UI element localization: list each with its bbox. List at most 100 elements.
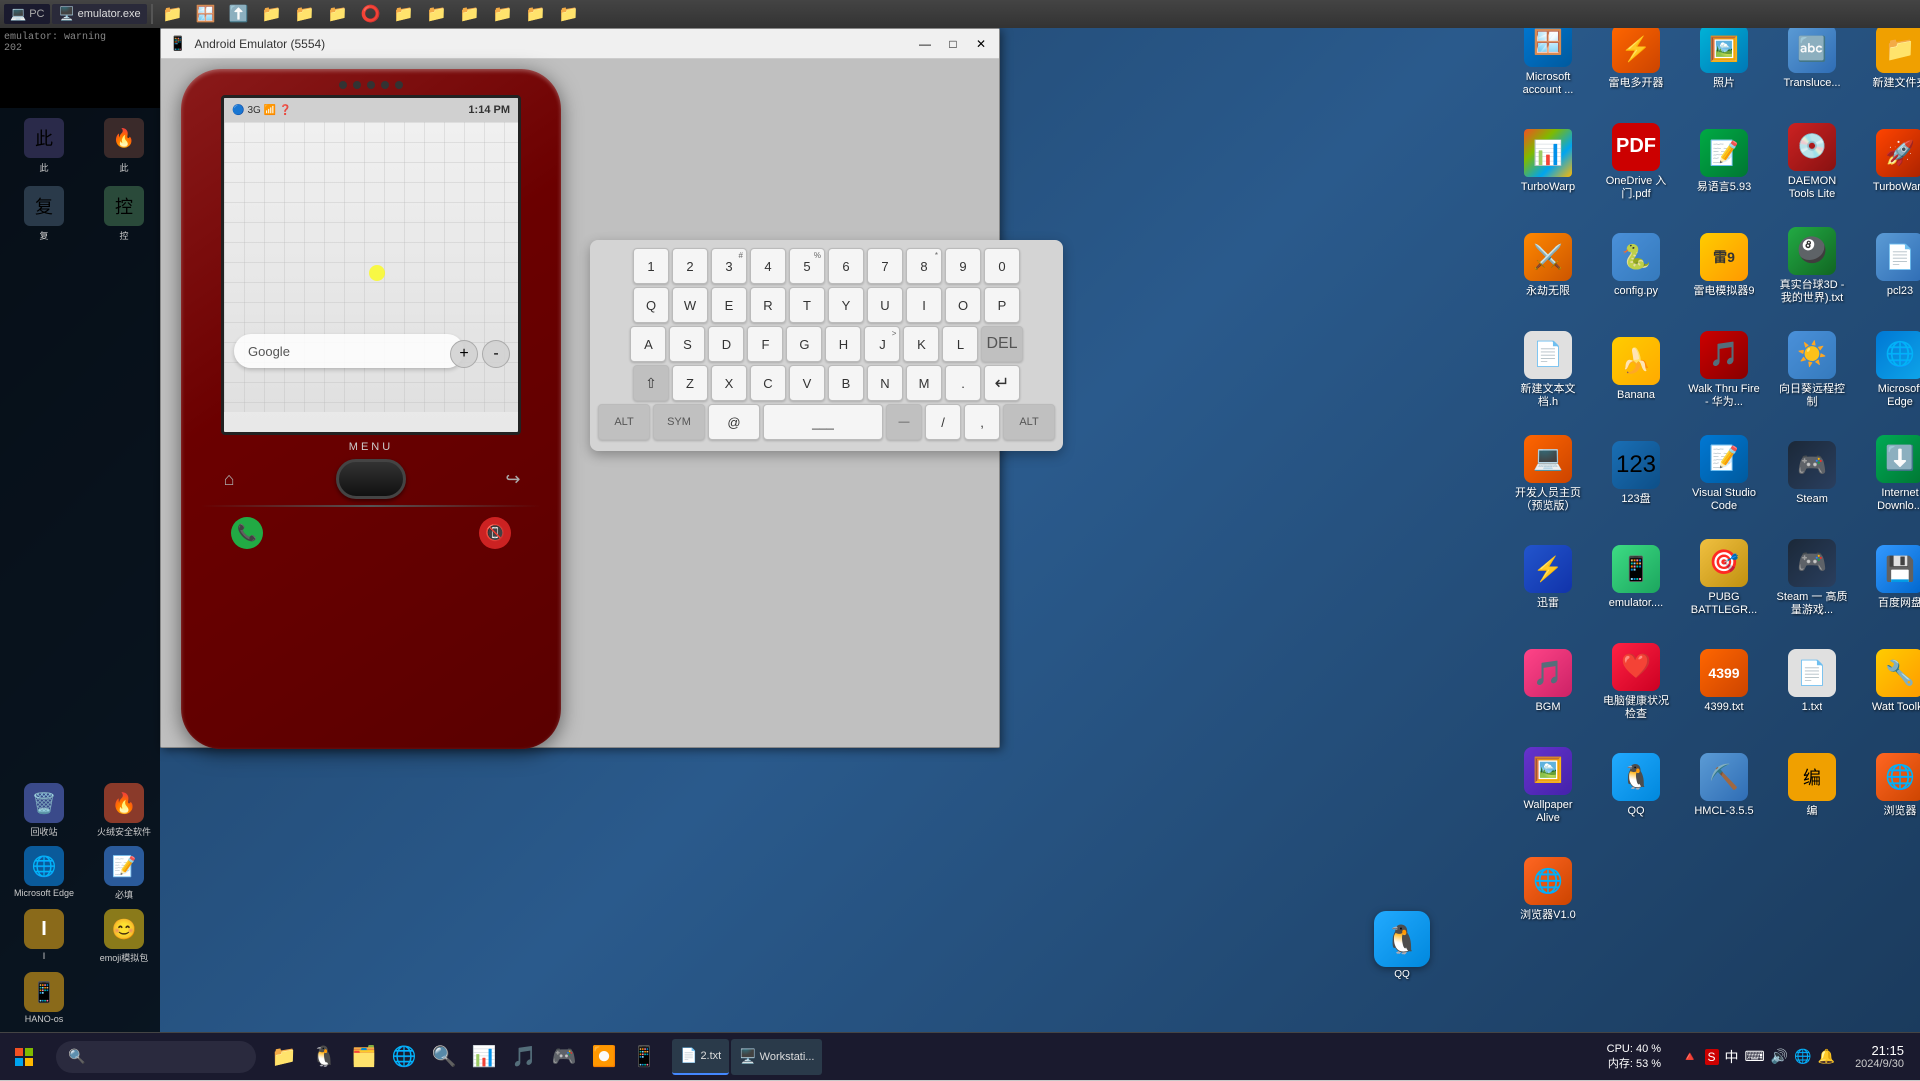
icon-pcl23[interactable]: 📄 pcl23 — [1860, 216, 1920, 316]
key-0[interactable]: 0 — [984, 248, 1020, 284]
home-button[interactable]: ⌂ — [211, 461, 247, 497]
icon-4399[interactable]: 4399 4399.txt — [1684, 632, 1764, 732]
key-a[interactable]: A — [630, 326, 666, 362]
key-z[interactable]: Z — [672, 365, 708, 401]
zoom-out-button[interactable]: - — [482, 340, 510, 368]
key-s[interactable]: S — [669, 326, 705, 362]
key-3[interactable]: #3 — [711, 248, 747, 284]
icon-new-ms[interactable]: 📊 TurboWarp — [1508, 112, 1588, 212]
key-i[interactable]: I — [906, 287, 942, 323]
left-icon-fu[interactable]: 复 复 — [4, 180, 84, 248]
key-v[interactable]: V — [789, 365, 825, 401]
icon-walkthru[interactable]: 🎵 Walk Thru Fire - 华为... — [1684, 320, 1764, 420]
icon-config[interactable]: 🐍 config.py — [1596, 216, 1676, 316]
key-t[interactable]: T — [789, 287, 825, 323]
taskbar-2txt[interactable]: 📄 2.txt — [672, 1039, 729, 1075]
key-l[interactable]: L — [942, 326, 978, 362]
icon-yy[interactable]: 📝 易语言5.93 — [1684, 112, 1764, 212]
icon-qq-tray[interactable]: 🐧 QQ — [1374, 911, 1430, 980]
key-backspace[interactable]: DEL — [981, 326, 1022, 362]
key-n[interactable]: N — [867, 365, 903, 401]
key-sym[interactable]: SYM — [653, 404, 705, 440]
icon-xunlei[interactable]: ⚡ 迅雷 — [1508, 528, 1588, 628]
icon-health[interactable]: ❤️ 电脑健康状况检查 — [1596, 632, 1676, 732]
key-u[interactable]: U — [867, 287, 903, 323]
taskbar-icon-10[interactable]: 🎮 — [544, 1037, 584, 1077]
phone-content[interactable]: Google + - — [224, 122, 518, 412]
taskbar-icon-12[interactable]: 📱 — [624, 1037, 664, 1077]
key-r[interactable]: R — [750, 287, 786, 323]
tray-bell-icon[interactable]: 🔔 — [1818, 1048, 1835, 1065]
top-circle[interactable]: ⭕ — [355, 2, 387, 26]
icon-emoji-left[interactable]: 😊 emoji模拟包 — [84, 905, 160, 968]
key-c[interactable]: C — [750, 365, 786, 401]
icon-internet-dl[interactable]: ⬇️ Internet Downlo... — [1860, 424, 1920, 524]
icon-kaifa[interactable]: 💻 开发人员主页（预览版） — [1508, 424, 1588, 524]
tray-speaker-icon[interactable]: 🔊 — [1771, 1048, 1788, 1065]
key-1[interactable]: 1 — [633, 248, 669, 284]
left-icon-ci1[interactable]: 此 此 — [4, 112, 84, 180]
zoom-in-button[interactable]: + — [450, 340, 478, 368]
tray-sougou-icon[interactable]: S — [1705, 1049, 1719, 1065]
top-folder-6[interactable]: 📁 — [421, 2, 453, 26]
taskbar-icon-8[interactable]: 📊 — [464, 1037, 504, 1077]
icon-vscode[interactable]: 📝 Visual Studio Code — [1684, 424, 1764, 524]
taskbar-pc-icon[interactable]: 💻 PC — [4, 4, 50, 24]
key-dash[interactable]: — — [886, 404, 922, 440]
icon-daemon[interactable]: 💿 DAEMON Tools Lite — [1772, 112, 1852, 212]
key-6[interactable]: 6 — [828, 248, 864, 284]
taskbar-icon-11[interactable]: ⏺️ — [584, 1037, 624, 1077]
key-k[interactable]: K — [903, 326, 939, 362]
key-comma[interactable]: , — [964, 404, 1000, 440]
icon-bidu-left[interactable]: 📝 必填 — [84, 842, 160, 905]
emulator-taskbar-item[interactable]: 🖥️ emulator.exe — [52, 4, 146, 24]
key-8[interactable]: *8 — [906, 248, 942, 284]
icon-huohu[interactable]: 🔥 火绒安全软件 — [84, 779, 160, 842]
icon-i[interactable]: I I — [4, 905, 84, 968]
top-folder-2[interactable]: 📁 — [256, 2, 288, 26]
key-5[interactable]: %5 — [789, 248, 825, 284]
icon-snooker[interactable]: 🎱 真实台球3D - 我的世界).txt — [1772, 216, 1852, 316]
icon-turbowarp[interactable]: 🚀 TurboWarp — [1860, 112, 1920, 212]
icon-bgm[interactable]: 🎵 BGM — [1508, 632, 1588, 732]
key-slash[interactable]: / — [925, 404, 961, 440]
maximize-button[interactable]: □ — [943, 34, 963, 54]
key-9[interactable]: 9 — [945, 248, 981, 284]
key-at[interactable]: @ — [708, 404, 760, 440]
key-x[interactable]: X — [711, 365, 747, 401]
key-b[interactable]: B — [828, 365, 864, 401]
top-folder-7[interactable]: 📁 — [454, 2, 486, 26]
key-p[interactable]: P — [984, 287, 1020, 323]
icon-leidian[interactable]: 雷9 雷电模拟器9 — [1684, 216, 1764, 316]
top-folder-9[interactable]: 📁 — [520, 2, 552, 26]
top-window-1[interactable]: 🪟 — [190, 2, 222, 26]
top-folder-4[interactable]: 📁 — [322, 2, 354, 26]
start-button[interactable] — [0, 1033, 48, 1081]
minimize-button[interactable]: — — [915, 34, 935, 54]
key-q[interactable]: Q — [633, 287, 669, 323]
left-icon-ci2[interactable]: 🔥 此 — [84, 112, 160, 180]
close-button[interactable]: ✕ — [971, 34, 991, 54]
taskbar-workstation[interactable]: 🖥️ Workstati... — [731, 1039, 822, 1075]
icon-hmcl[interactable]: ⛏️ HMCL-3.5.5 — [1684, 736, 1764, 836]
top-folder-5[interactable]: 📁 — [388, 2, 420, 26]
icon-ms-edge[interactable]: 🌐 Microsoft Edge — [1860, 320, 1920, 420]
icon-yongwu[interactable]: ⚔️ 永劫无限 — [1508, 216, 1588, 316]
icon-pdf[interactable]: PDF OneDrive 入门.pdf — [1596, 112, 1676, 212]
tray-network-icon[interactable]: 🌐 — [1794, 1048, 1811, 1065]
key-h[interactable]: H — [825, 326, 861, 362]
taskbar-icon-7[interactable]: 🔍 — [424, 1037, 464, 1077]
taskbar-search[interactable]: 🔍 — [56, 1041, 256, 1073]
icon-watt[interactable]: 🔧 Watt Toolkit — [1860, 632, 1920, 732]
top-folder-8[interactable]: 📁 — [487, 2, 519, 26]
key-period[interactable]: . — [945, 365, 981, 401]
back-button[interactable]: ↩ — [495, 461, 531, 497]
icon-baidu-pan[interactable]: 💾 百度网盘 — [1860, 528, 1920, 628]
key-m[interactable]: M — [906, 365, 942, 401]
google-search-bar[interactable]: Google — [234, 334, 464, 368]
taskbar-qq[interactable]: 🐧 — [304, 1037, 344, 1077]
end-call-button[interactable]: 📵 — [479, 517, 511, 549]
tray-datetime[interactable]: 21:15 2024/9/30 — [1847, 1043, 1912, 1070]
icon-qq[interactable]: 🐧 QQ — [1596, 736, 1676, 836]
tray-arrow-icon[interactable]: 🔺 — [1681, 1048, 1698, 1065]
